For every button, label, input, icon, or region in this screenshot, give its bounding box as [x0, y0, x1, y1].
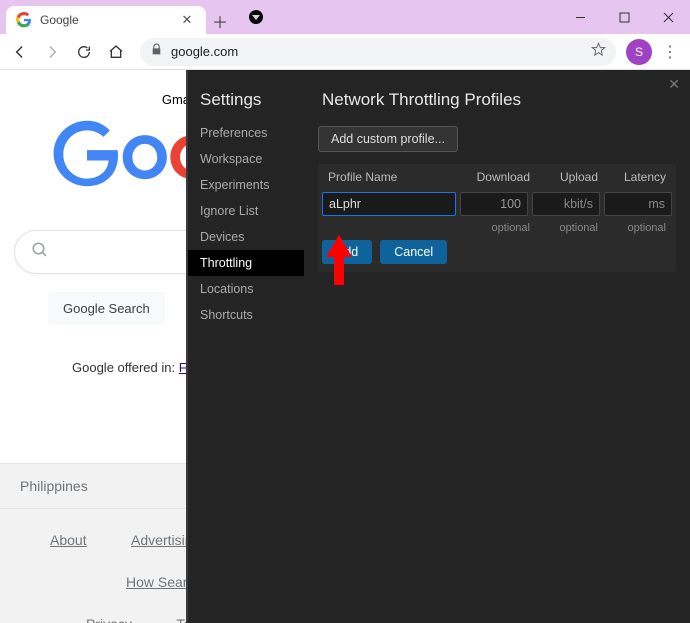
avatar-letter: S — [635, 45, 643, 59]
sidebar-item-preferences[interactable]: Preferences — [188, 120, 304, 146]
browser-tab[interactable]: Google ✕ — [6, 6, 206, 34]
profile-avatar[interactable]: S — [626, 39, 652, 65]
sidebar-item-workspace[interactable]: Workspace — [188, 146, 304, 172]
sidebar-item-shortcuts[interactable]: Shortcuts — [188, 302, 304, 328]
latency-optional-label: optional — [604, 222, 672, 234]
nav-forward-button[interactable] — [38, 38, 66, 66]
sidebar-item-devices[interactable]: Devices — [188, 224, 304, 250]
browser-toolbar: google.com S ⋮ — [0, 34, 690, 70]
sidebar-item-ignore-list[interactable]: Ignore List — [188, 198, 304, 224]
offered-in-text: Google offered in: Fi — [72, 360, 190, 375]
latency-input[interactable] — [604, 192, 672, 216]
google-favicon-icon — [16, 12, 32, 28]
col-upload: Upload — [536, 170, 604, 184]
download-input[interactable] — [460, 192, 528, 216]
settings-title: Settings — [188, 90, 304, 120]
nav-reload-button[interactable] — [70, 38, 98, 66]
window-maximize-button[interactable] — [602, 0, 646, 34]
add-custom-profile-button[interactable]: Add custom profile... — [318, 126, 458, 152]
tab-title: Google — [40, 13, 178, 27]
upload-optional-label: optional — [536, 222, 604, 234]
upload-input[interactable] — [532, 192, 600, 216]
footer-privacy-link[interactable]: Privacy — [86, 603, 132, 623]
col-latency: Latency — [604, 170, 672, 184]
cancel-button[interactable]: Cancel — [380, 240, 447, 264]
nav-back-button[interactable] — [6, 38, 34, 66]
sidebar-item-locations[interactable]: Locations — [188, 276, 304, 302]
offered-prefix: Google offered in: — [72, 360, 179, 375]
bookmark-star-icon[interactable] — [591, 42, 606, 62]
col-download: Download — [468, 170, 536, 184]
new-tab-button[interactable]: ＋ — [206, 8, 234, 34]
browser-menu-button[interactable]: ⋮ — [656, 42, 684, 62]
url-text: google.com — [171, 44, 583, 59]
google-search-button[interactable]: Google Search — [48, 292, 165, 325]
download-optional-label: optional — [468, 222, 536, 234]
page-viewport: Gma Google Search Google offered in: Fi … — [0, 70, 690, 623]
browser-titlebar: Google ✕ ＋ — [0, 0, 690, 34]
extension-indicator-icon[interactable] — [234, 0, 278, 34]
sidebar-item-throttling[interactable]: Throttling — [188, 250, 304, 276]
footer-how-link[interactable]: How Searc — [126, 561, 194, 603]
window-minimize-button[interactable] — [558, 0, 602, 34]
annotation-arrow-icon — [324, 235, 354, 288]
profile-name-input[interactable] — [322, 192, 456, 216]
sidebar-item-experiments[interactable]: Experiments — [188, 172, 304, 198]
panel-title: Network Throttling Profiles — [322, 90, 676, 110]
window-close-button[interactable] — [646, 0, 690, 34]
col-profile-name: Profile Name — [322, 170, 468, 184]
devtools-panel: ✕ Settings Preferences Workspace Experim… — [186, 70, 690, 623]
footer-about-link[interactable]: About — [50, 519, 87, 561]
profile-editor: Profile Name Download Upload Latency opt… — [318, 164, 676, 272]
lock-icon — [150, 43, 163, 61]
nav-home-button[interactable] — [102, 38, 130, 66]
footer-advertising-link[interactable]: Advertisin — [131, 519, 192, 561]
settings-sidebar: Settings Preferences Workspace Experimen… — [188, 70, 304, 623]
address-bar[interactable]: google.com — [140, 38, 616, 66]
search-icon — [31, 241, 49, 264]
settings-main: Network Throttling Profiles Add custom p… — [304, 70, 690, 623]
tab-close-icon[interactable]: ✕ — [178, 11, 196, 29]
